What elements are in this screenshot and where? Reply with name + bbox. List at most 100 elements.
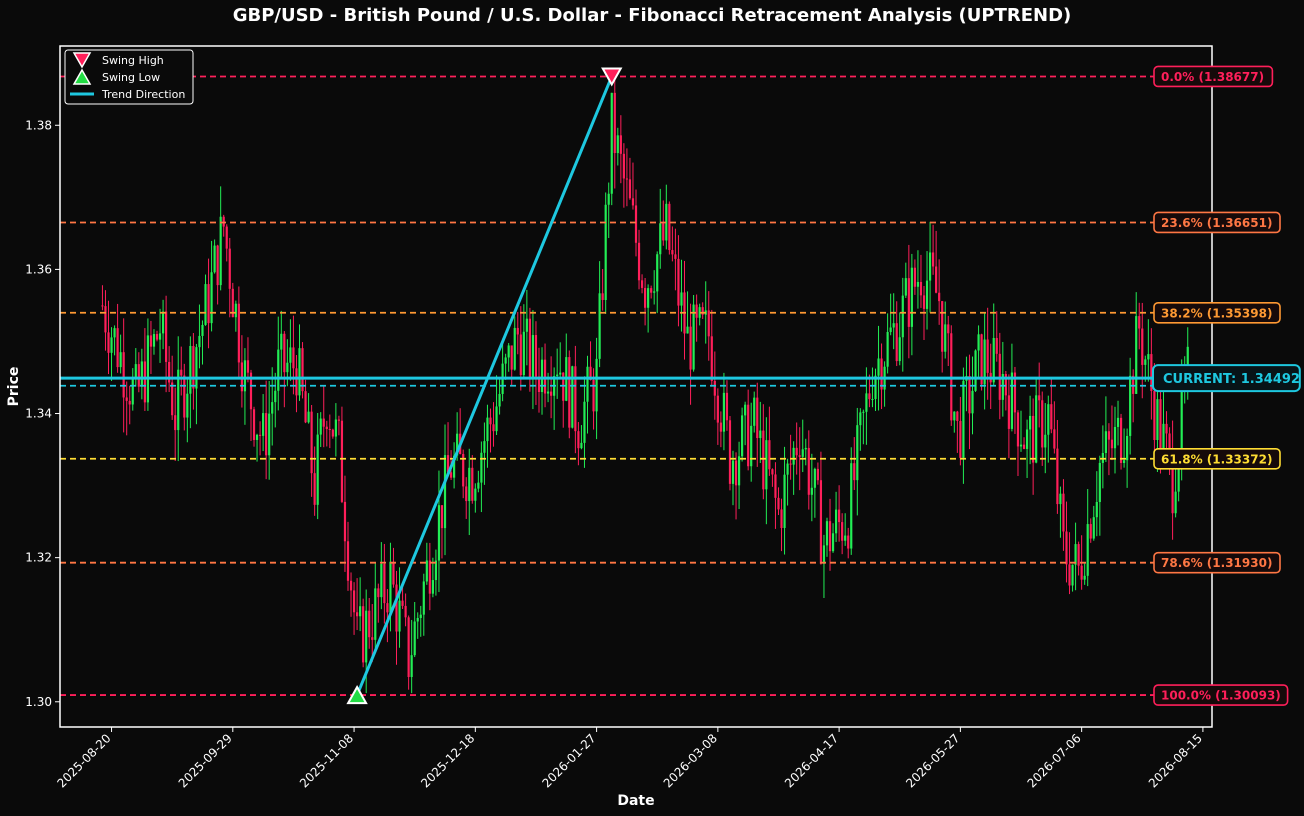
candle-body xyxy=(213,245,216,273)
candle-body xyxy=(165,311,168,362)
candle-body xyxy=(307,411,310,423)
candle-body xyxy=(277,349,280,391)
candle-body xyxy=(1119,417,1123,463)
candle-body xyxy=(713,380,716,396)
x-tick-label: 2025-08-20 xyxy=(54,731,113,790)
candle-body xyxy=(1159,399,1162,451)
y-tick-label: 1.38 xyxy=(25,118,52,132)
candle-body xyxy=(1095,501,1098,518)
candle-body xyxy=(1144,359,1147,365)
candle-body xyxy=(428,560,431,594)
candle-body xyxy=(1098,462,1101,502)
candle-body xyxy=(368,610,371,638)
candle-body xyxy=(1041,400,1044,448)
candle-body xyxy=(819,480,823,564)
candle-body xyxy=(498,393,501,407)
y-tick-label: 1.32 xyxy=(25,551,52,565)
fib-label: 78.6% (1.31930) xyxy=(1161,556,1272,570)
candle-body xyxy=(371,637,374,640)
candle-body xyxy=(377,588,380,598)
candle-body xyxy=(895,323,898,362)
candle-body xyxy=(395,584,398,632)
candle-body xyxy=(877,358,880,376)
candle-body xyxy=(1010,372,1014,429)
candle-body xyxy=(853,463,856,481)
candle-body xyxy=(1019,444,1023,447)
candle-body xyxy=(622,153,625,179)
candle-body xyxy=(128,400,131,405)
candle-body xyxy=(847,535,850,549)
candle-body xyxy=(531,335,535,378)
candle-body xyxy=(110,337,113,353)
candle-body xyxy=(674,254,677,259)
candle-body xyxy=(265,413,268,456)
x-tick-label: 2025-11-08 xyxy=(297,731,356,790)
candle-body xyxy=(471,467,474,501)
candle-body xyxy=(1104,431,1107,454)
candle-body xyxy=(425,560,428,582)
candle-body xyxy=(1110,439,1114,449)
candle-body xyxy=(352,590,356,613)
candle-body xyxy=(710,336,713,381)
candle-body xyxy=(640,280,644,288)
candle-body xyxy=(119,352,122,368)
candle-body xyxy=(540,359,544,393)
candle-body xyxy=(619,135,622,154)
candle-body xyxy=(647,288,650,308)
candle-body xyxy=(319,418,322,435)
candle-body xyxy=(680,292,683,306)
candle-body xyxy=(316,434,319,505)
candle-body xyxy=(386,603,389,613)
candle-body xyxy=(1038,395,1041,401)
candle-body xyxy=(280,333,283,350)
candle-body xyxy=(856,425,859,481)
x-tick-label: 2026-01-27 xyxy=(539,731,598,790)
candle-body xyxy=(207,284,210,324)
candle-body xyxy=(152,334,156,347)
candle-body xyxy=(495,406,498,432)
candle-body xyxy=(728,420,732,484)
x-tick-label: 2025-12-18 xyxy=(418,731,477,790)
candle-body xyxy=(953,411,956,421)
candle-body xyxy=(419,614,422,618)
candle-body xyxy=(474,488,477,501)
candle-body xyxy=(528,318,531,378)
candle-body xyxy=(607,193,610,205)
candle-body xyxy=(362,606,365,663)
candle-body xyxy=(1162,423,1165,451)
candle-body xyxy=(938,292,941,302)
legend-entry: Swing High xyxy=(102,54,164,67)
candle-body xyxy=(1107,431,1111,440)
candle-body xyxy=(149,335,153,347)
candle-body xyxy=(116,328,119,368)
candle-body xyxy=(974,350,977,391)
candle-body xyxy=(334,419,337,437)
candle-body xyxy=(771,469,774,475)
candle-body xyxy=(838,509,841,523)
fib-label: 0.0% (1.38677) xyxy=(1161,70,1264,84)
candle-body xyxy=(262,413,265,436)
candle-body xyxy=(813,468,816,488)
candle-body xyxy=(155,334,159,340)
candle-body xyxy=(113,328,116,338)
candle-body xyxy=(598,293,601,359)
candle-body xyxy=(550,391,553,396)
candle-body xyxy=(601,293,604,300)
candle-body xyxy=(1083,575,1086,580)
candle-body xyxy=(841,522,844,541)
candle-body xyxy=(1174,491,1177,514)
candle-body xyxy=(122,352,125,398)
candle-body xyxy=(662,223,665,241)
candle-body xyxy=(828,521,832,552)
candle-body xyxy=(137,364,140,387)
candle-body xyxy=(416,617,419,622)
candle-body xyxy=(816,468,819,481)
candle-body xyxy=(825,521,829,546)
candle-body xyxy=(216,245,219,286)
candle-body xyxy=(580,442,583,449)
candle-body xyxy=(750,425,753,467)
candle-body xyxy=(992,337,995,383)
candle-body xyxy=(1032,415,1035,463)
candle-body xyxy=(834,509,838,534)
candle-body xyxy=(507,345,510,358)
